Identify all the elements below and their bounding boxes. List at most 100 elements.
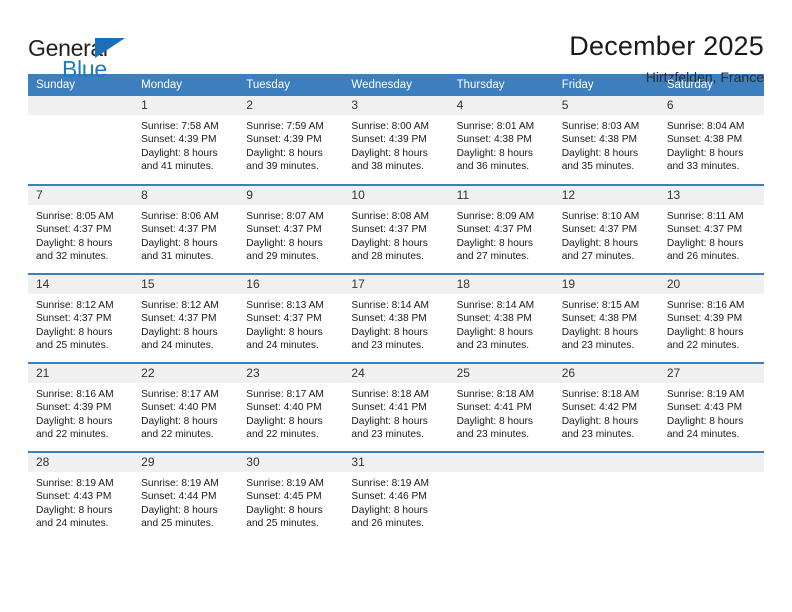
sunrise-text: Sunrise: 8:05 AM xyxy=(36,211,114,222)
calendar-day-cell-empty xyxy=(28,96,134,185)
sunset-text: Sunset: 4:39 PM xyxy=(246,134,322,146)
calendar-day-cell[interactable]: 17 Sunrise: 8:14 AM Sunset: 4:38 PM Dayligh… xyxy=(343,273,449,363)
calendar-day-cell[interactable]: 18 Sunrise: 8:14 AM Sunset: 4:38 PM Dayligh… xyxy=(448,273,554,363)
calendar-day-cell[interactable]: 4 Sunrise: 8:01 AM Sunset: 4:38 PM Daylight… xyxy=(448,96,554,185)
sunset-text: Sunset: 4:43 PM xyxy=(36,491,112,503)
sunrise-text: Sunrise: 8:08 AM xyxy=(351,211,430,222)
triangle-icon xyxy=(95,38,125,58)
day-info: Sunrise: 8:10 AM Sunset: 4:37 PM Daylight:… xyxy=(554,205,659,264)
sunset-text: Sunset: 4:42 PM xyxy=(561,402,638,414)
sunrise-text: Sunrise: 8:17 AM xyxy=(246,389,324,400)
sunset-text: Sunset: 4:41 PM xyxy=(456,402,532,414)
daylight-text-line2: and 24 minutes. xyxy=(666,429,740,441)
daylight-text-line1: Daylight: 8 hours xyxy=(36,415,113,427)
daylight-text-line1: Daylight: 8 hours xyxy=(141,147,218,159)
sunset-text: Sunset: 4:38 PM xyxy=(456,134,532,146)
daylight-text-line1: Daylight: 8 hours xyxy=(456,147,534,159)
day-number: 15 xyxy=(133,275,239,294)
sunset-text: Sunset: 4:37 PM xyxy=(246,224,322,236)
sunset-text: Sunset: 4:37 PM xyxy=(351,224,427,236)
sunrise-text: Sunrise: 8:18 AM xyxy=(561,389,640,400)
calendar-day-cell[interactable]: 16 Sunrise: 8:13 AM Sunset: 4:37 PM Dayligh… xyxy=(238,273,344,363)
calendar-day-cell[interactable]: 9 Sunrise: 8:07 AM Sunset: 4:37 PM Daylight… xyxy=(238,184,344,274)
calendar-day-cell[interactable]: 20 Sunrise: 8:16 AM Sunset: 4:39 PM Dayligh… xyxy=(658,273,764,363)
calendar-day-cell[interactable]: 15 Sunrise: 8:12 AM Sunset: 4:37 PM Dayligh… xyxy=(133,273,239,363)
sunset-text: Sunset: 4:40 PM xyxy=(246,402,322,414)
daylight-text-line1: Daylight: 8 hours xyxy=(351,326,428,338)
calendar-day-cell[interactable]: 23 Sunrise: 8:17 AM Sunset: 4:40 PM Dayligh… xyxy=(238,362,344,452)
calendar-day-cell[interactable]: 30 Sunrise: 8:19 AM Sunset: 4:45 PM Dayligh… xyxy=(238,451,344,541)
daylight-text-line2: and 27 minutes. xyxy=(561,251,635,263)
day-info: Sunrise: 8:13 AM Sunset: 4:37 PM Daylight:… xyxy=(238,294,343,353)
daylight-text-line2: and 26 minutes. xyxy=(351,518,424,530)
day-number xyxy=(28,96,134,115)
day-info: Sunrise: 8:14 AM Sunset: 4:38 PM Daylight:… xyxy=(343,294,448,353)
daylight-text-line1: Daylight: 8 hours xyxy=(36,237,113,249)
daylight-text-line1: Daylight: 8 hours xyxy=(351,237,428,249)
calendar-day-cell[interactable]: 25 Sunrise: 8:18 AM Sunset: 4:41 PM Dayligh… xyxy=(448,362,554,452)
day-info: Sunrise: 8:19 AM Sunset: 4:46 PM Daylight:… xyxy=(343,472,448,531)
calendar-day-cell[interactable]: 7 Sunrise: 8:05 AM Sunset: 4:37 PM Daylight… xyxy=(28,184,134,274)
day-number: 1 xyxy=(133,96,239,115)
weekday-header-cell: Tuesday xyxy=(238,74,344,96)
calendar-day-cell[interactable]: 14 Sunrise: 8:12 AM Sunset: 4:37 PM Dayligh… xyxy=(28,273,134,363)
page-header: General Blue December 2025 Hirtzfelden, … xyxy=(28,0,764,85)
calendar-day-cell[interactable]: 21 Sunrise: 8:16 AM Sunset: 4:39 PM Dayligh… xyxy=(28,362,134,452)
day-number: 29 xyxy=(133,453,239,472)
day-info: Sunrise: 8:14 AM Sunset: 4:38 PM Daylight:… xyxy=(449,294,554,353)
calendar-day-cell[interactable]: 6 Sunrise: 8:04 AM Sunset: 4:38 PM Daylight… xyxy=(658,96,764,185)
day-number: 25 xyxy=(448,364,554,383)
calendar-day-cell[interactable]: 12 Sunrise: 8:10 AM Sunset: 4:37 PM Dayligh… xyxy=(553,184,659,274)
sunrise-text: Sunrise: 8:07 AM xyxy=(246,211,324,222)
calendar-day-cell[interactable]: 24 Sunrise: 8:18 AM Sunset: 4:41 PM Dayligh… xyxy=(343,362,449,452)
daylight-text-line1: Daylight: 8 hours xyxy=(246,326,323,338)
sunset-text: Sunset: 4:43 PM xyxy=(666,402,743,414)
daylight-text-line2: and 23 minutes. xyxy=(456,340,530,352)
day-number: 3 xyxy=(343,96,449,115)
day-number: 12 xyxy=(553,186,659,205)
calendar-day-cell-empty xyxy=(658,451,764,541)
weekday-header-cell: Wednesday xyxy=(343,74,449,96)
calendar-table: Sunday Monday Tuesday Wednesday Thursday Frid… xyxy=(28,74,764,541)
daylight-text-line2: and 39 minutes. xyxy=(246,161,319,173)
sunrise-text: Sunrise: 8:16 AM xyxy=(36,389,114,400)
day-info: Sunrise: 8:18 AM Sunset: 4:42 PM Daylight:… xyxy=(554,383,659,442)
sunrise-text: Sunrise: 8:19 AM xyxy=(351,478,430,489)
daylight-text-line2: and 23 minutes. xyxy=(561,340,635,352)
daylight-text-line2: and 27 minutes. xyxy=(456,251,530,263)
day-number: 31 xyxy=(343,453,449,472)
calendar-day-cell[interactable]: 11 Sunrise: 8:09 AM Sunset: 4:37 PM Dayligh… xyxy=(448,184,554,274)
sunrise-text: Sunrise: 8:13 AM xyxy=(246,300,324,311)
calendar-day-cell[interactable]: 26 Sunrise: 8:18 AM Sunset: 4:42 PM Dayligh… xyxy=(553,362,659,452)
calendar-day-cell[interactable]: 2 Sunrise: 7:59 AM Sunset: 4:39 PM Daylight… xyxy=(238,96,344,185)
sunrise-text: Sunrise: 8:12 AM xyxy=(141,300,219,311)
daylight-text-line1: Daylight: 8 hours xyxy=(561,326,639,338)
daylight-text-line1: Daylight: 8 hours xyxy=(351,147,428,159)
calendar-day-cell[interactable]: 29 Sunrise: 8:19 AM Sunset: 4:44 PM Dayligh… xyxy=(133,451,239,541)
calendar-day-cell[interactable]: 13 Sunrise: 8:11 AM Sunset: 4:37 PM Dayligh… xyxy=(658,184,764,274)
calendar-day-cell[interactable]: 19 Sunrise: 8:15 AM Sunset: 4:38 PM Dayligh… xyxy=(553,273,659,363)
calendar-day-cell[interactable]: 3 Sunrise: 8:00 AM Sunset: 4:39 PM Daylight… xyxy=(343,96,449,185)
day-number: 23 xyxy=(238,364,344,383)
calendar-day-cell[interactable]: 31 Sunrise: 8:19 AM Sunset: 4:46 PM Dayligh… xyxy=(343,451,449,541)
calendar-day-cell[interactable]: 5 Sunrise: 8:03 AM Sunset: 4:38 PM Daylight… xyxy=(553,96,659,185)
calendar-day-cell[interactable]: 1 Sunrise: 7:58 AM Sunset: 4:39 PM Daylight… xyxy=(133,96,239,185)
calendar-day-cell[interactable]: 22 Sunrise: 8:17 AM Sunset: 4:40 PM Dayligh… xyxy=(133,362,239,452)
calendar-day-cell[interactable]: 27 Sunrise: 8:19 AM Sunset: 4:43 PM Dayligh… xyxy=(658,362,764,452)
calendar-day-cell[interactable]: 8 Sunrise: 8:06 AM Sunset: 4:37 PM Daylight… xyxy=(133,184,239,274)
calendar-day-cell[interactable]: 10 Sunrise: 8:08 AM Sunset: 4:37 PM Dayligh… xyxy=(343,184,449,274)
sunrise-text: Sunrise: 8:01 AM xyxy=(456,121,535,132)
sunrise-text: Sunrise: 8:11 AM xyxy=(666,211,744,222)
day-number: 6 xyxy=(658,96,764,115)
calendar-day-cell[interactable]: 28 Sunrise: 8:19 AM Sunset: 4:43 PM Dayligh… xyxy=(28,451,134,541)
day-info: Sunrise: 8:11 AM Sunset: 4:37 PM Daylight:… xyxy=(659,205,764,264)
day-info: Sunrise: 7:59 AM Sunset: 4:39 PM Daylight:… xyxy=(238,115,343,174)
daylight-text-line1: Daylight: 8 hours xyxy=(351,504,428,516)
day-number: 22 xyxy=(133,364,239,383)
brand-logo[interactable]: General Blue xyxy=(28,28,178,84)
daylight-text-line2: and 22 minutes. xyxy=(666,340,740,352)
day-info: Sunrise: 8:18 AM Sunset: 4:41 PM Daylight:… xyxy=(449,383,554,442)
day-number xyxy=(553,453,659,472)
sunset-text: Sunset: 4:37 PM xyxy=(141,224,217,236)
sunset-text: Sunset: 4:38 PM xyxy=(561,313,638,325)
